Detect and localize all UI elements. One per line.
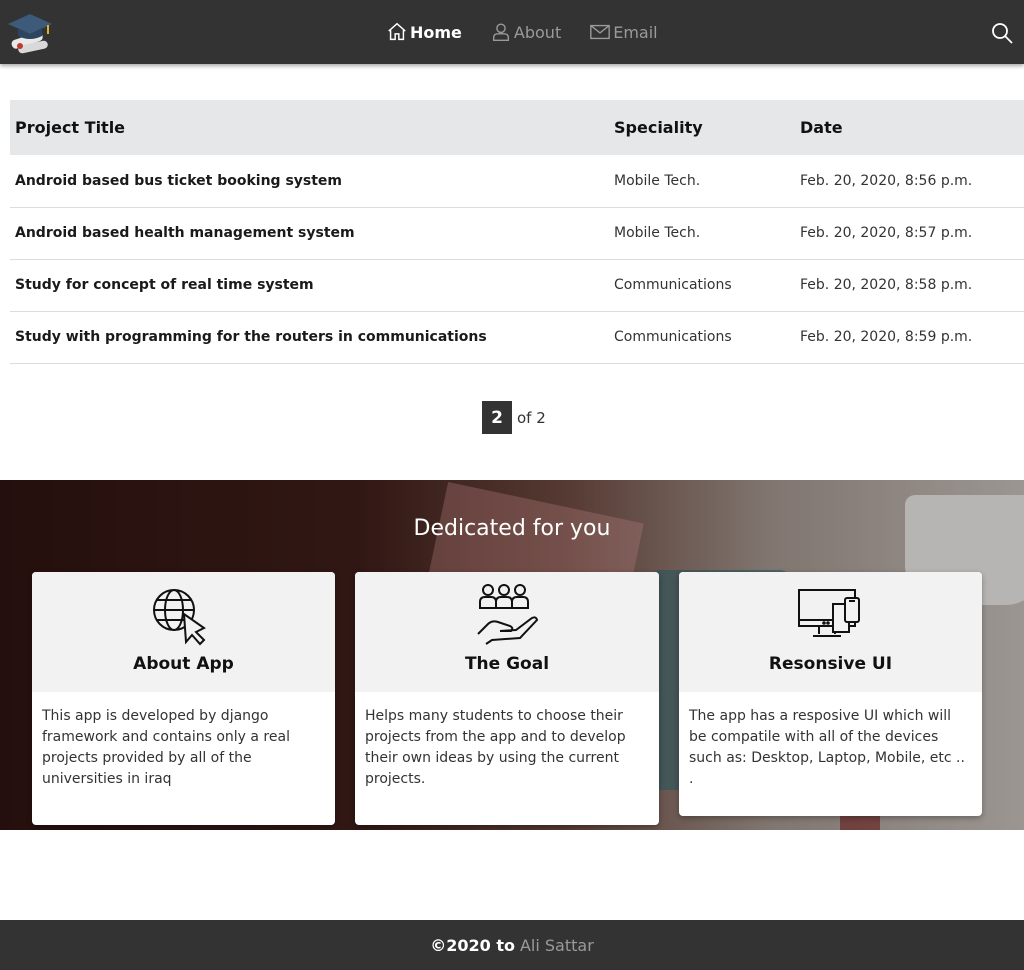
date-cell: Feb. 20, 2020, 8:56 p.m. [795, 155, 1024, 208]
date-cell: Feb. 20, 2020, 8:57 p.m. [795, 207, 1024, 260]
footer: ©2020 to Ali Sattar [0, 920, 1024, 970]
card-header: Resonsive UI [679, 572, 982, 692]
header-project-title: Project Title [10, 100, 609, 155]
card-header: About App [32, 572, 335, 692]
project-title-cell[interactable]: Android based bus ticket booking system [10, 155, 609, 208]
footer-author-link[interactable]: Ali Sattar [520, 936, 594, 955]
nav-email-label: Email [613, 22, 658, 42]
envelope-icon [590, 24, 611, 40]
hero-title: Dedicated for you [413, 516, 611, 541]
card-title: About App [133, 654, 234, 674]
hero-section: Dedicated for you About App This app is … [0, 480, 1024, 830]
page-count-label: of 2 [517, 408, 546, 427]
table-row[interactable]: Android based health management system M… [10, 207, 1024, 260]
current-page-button[interactable]: 2 [482, 401, 512, 434]
project-title-cell[interactable]: Android based health management system [10, 207, 609, 260]
nav-home-label: Home [410, 22, 462, 42]
speciality-cell: Mobile Tech. [609, 155, 795, 208]
speciality-cell: Communications [609, 311, 795, 364]
card-responsive-ui: Resonsive UI The app has a resposive UI … [679, 572, 982, 816]
table-row[interactable]: Study with programming for the routers i… [10, 311, 1024, 364]
devices-icon [798, 589, 860, 637]
search-icon [992, 23, 1013, 44]
card-text: This app is developed by django framewor… [42, 708, 290, 787]
navbar: Home About Email [0, 0, 1024, 64]
projects-table: Project Title Speciality Date Android ba… [10, 100, 1024, 364]
date-cell: Feb. 20, 2020, 8:58 p.m. [795, 259, 1024, 312]
project-title-cell[interactable]: Study with programming for the routers i… [10, 311, 609, 364]
nav-about-label: About [513, 22, 562, 42]
graduation-cap-icon[interactable] [8, 10, 54, 54]
project-title-cell[interactable]: Study for concept of real time system [10, 259, 609, 312]
header-date: Date [795, 100, 1024, 155]
card-text: The app has a resposive UI which will be… [689, 708, 965, 787]
card-title: Resonsive UI [768, 654, 893, 674]
footer-copyright: ©2020 to [430, 935, 515, 955]
card-about-app: About App This app is developed by djang… [32, 572, 335, 825]
hand-group-icon [477, 584, 539, 645]
card-title: The Goal [464, 654, 550, 674]
nav-links: Home About Email [386, 20, 686, 44]
nav-home[interactable]: Home [386, 21, 462, 43]
nav-about[interactable]: About [490, 21, 561, 43]
header-speciality: Speciality [609, 100, 795, 155]
date-cell: Feb. 20, 2020, 8:59 p.m. [795, 311, 1024, 364]
table-row[interactable]: Android based bus ticket booking system … [10, 155, 1024, 208]
home-icon [388, 22, 406, 41]
speciality-cell: Mobile Tech. [609, 207, 795, 260]
nav-email[interactable]: Email [589, 21, 658, 43]
user-icon [492, 23, 509, 41]
search-button[interactable] [990, 21, 1014, 45]
table-header-row: Project Title Speciality Date [10, 100, 1024, 155]
pagination: 2 of 2 [482, 401, 546, 434]
card-header: The Goal [355, 572, 659, 692]
card-the-goal: The Goal Helps many students to choose t… [355, 572, 659, 825]
card-text: Helps many students to choose their proj… [365, 708, 626, 787]
table-row[interactable]: Study for concept of real time system Co… [10, 259, 1024, 312]
speciality-cell: Communications [609, 259, 795, 312]
globe-cursor-icon [153, 589, 206, 646]
